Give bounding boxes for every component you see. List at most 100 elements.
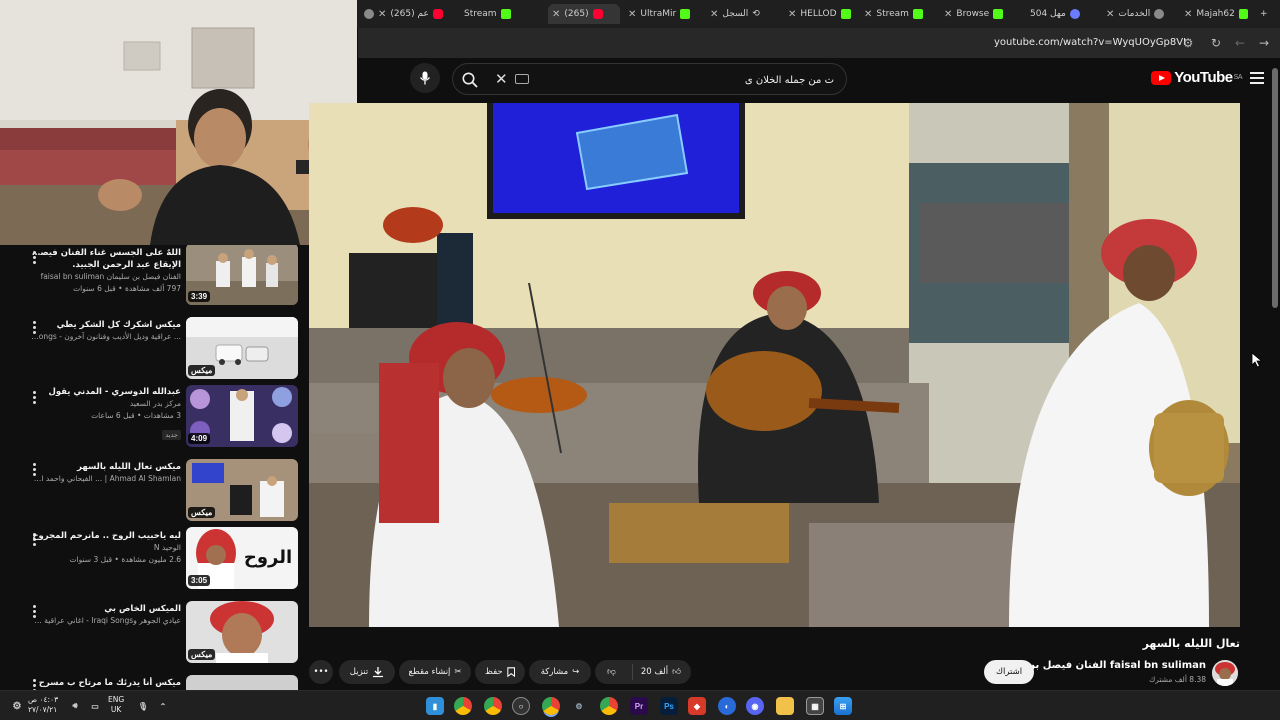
chrome-icon[interactable] (542, 697, 560, 715)
subscribe-button[interactable]: اشتراك (984, 660, 1035, 684)
browser-tab[interactable]: ✕ الخدمات (1106, 4, 1174, 24)
browser-tab[interactable]: ✕ UltraMir (628, 4, 700, 24)
clip-button[interactable]: إنشاء مقطع ✂ (399, 660, 471, 684)
thumbs-up-icon: 👍︎ (672, 667, 681, 677)
chrome-icon[interactable] (600, 697, 618, 715)
video-title: تعال الليله بالسهر (1142, 637, 1240, 650)
browser-tab[interactable]: ✕ Stream (864, 4, 932, 24)
plus-icon: + (1260, 9, 1268, 19)
video-thumbnail[interactable]: ميكس (186, 459, 298, 521)
browser-tab[interactable]: ✕ Browse (944, 4, 1034, 24)
recommendation-item[interactable]: ليه ياحبيب الروح .. مانرحم المجروح الوحي… (0, 527, 305, 597)
settings-icon[interactable]: ⚙ (8, 697, 26, 715)
kick-icon (680, 9, 691, 19)
download-button[interactable]: تنزيل (339, 660, 395, 684)
youtube-icon (592, 9, 603, 19)
chrome-icon[interactable] (454, 697, 472, 715)
language-indicator[interactable]: ENG UK (108, 695, 124, 715)
like-button[interactable]: 20 ألف 👍︎ (631, 664, 691, 680)
store-icon[interactable]: ▦ (806, 697, 824, 715)
discord-icon[interactable]: ◉ (746, 697, 764, 715)
close-icon[interactable]: ✕ (628, 9, 636, 20)
more-actions-button[interactable]: ••• (309, 660, 333, 684)
duration-badge: 4:09 (188, 433, 211, 444)
channel-avatar[interactable] (1212, 660, 1238, 686)
close-icon[interactable]: ✕ (710, 9, 718, 20)
chevron-up-icon[interactable]: ⌃ (154, 697, 172, 715)
hamburger-menu-icon[interactable] (1250, 72, 1264, 84)
webcam-scene-image (0, 0, 357, 245)
recommendation-item[interactable]: عبدالله الدوسري - المدني يقول مركز بدر ا… (0, 385, 305, 455)
recommendation-item[interactable]: اللهٌ على الجسس غناء الفنان فيصل بن سليم… (0, 245, 305, 315)
video-thumbnail[interactable]: ميكس (186, 601, 298, 663)
microphone-icon[interactable]: 🎙︎ (134, 697, 152, 715)
search-bar: ✕ (452, 63, 847, 95)
scissors-icon: ✂ (454, 667, 462, 677)
video-thumbnail[interactable]: ميكس (186, 317, 298, 379)
close-icon[interactable]: ✕ (378, 9, 386, 20)
page-scrollbar[interactable] (1270, 58, 1280, 690)
network-icon[interactable]: ▭ (86, 697, 104, 715)
windows-taskbar: ⚙ ٠٤:٠٣ ص ٢٧/٠٧/٢١ 🔊︎ ▭ ENG UK 🎙︎ ⌃ ▮ ○ … (0, 690, 1280, 720)
voice-search-button[interactable] (410, 63, 440, 93)
video-thumbnail[interactable]: 3:39 (186, 245, 298, 305)
close-icon[interactable]: ✕ (788, 9, 796, 20)
forward-icon[interactable]: → (1256, 35, 1272, 51)
browser-tab[interactable]: Stream (464, 4, 538, 24)
app-icon[interactable]: ◐ (718, 697, 736, 715)
browser-tab[interactable]: ✕ السجل ⟲ (710, 4, 780, 24)
browser-tab[interactable]: 504 مهل (1030, 4, 1096, 24)
new-tab-button[interactable]: + (1260, 4, 1276, 24)
system-clock[interactable]: ٠٤:٠٣ ص ٢٧/٠٧/٢١ (28, 695, 58, 715)
browser-tab[interactable]: ✕ HELLOD (788, 4, 854, 24)
close-icon[interactable]: ✕ (552, 9, 560, 20)
youtube-header: ✕ YouTube SA (358, 58, 1280, 100)
url-field[interactable]: youtube.com/watch?v=WyqUOyGp8VI (994, 37, 1186, 48)
recommendation-item[interactable]: ميكس اشكرك كل الشكر يطي ... عراقية وديل … (0, 315, 305, 385)
video-player[interactable] (309, 103, 1240, 627)
microphone-icon (419, 71, 431, 85)
recommendation-item[interactable]: الميكس الخاص بي عيادي الجوهر وIraqi Song… (0, 599, 305, 669)
dislike-button[interactable]: 👎︎ (595, 667, 628, 677)
download-icon (373, 667, 384, 678)
file-manager-icon[interactable]: ▮ (426, 697, 444, 715)
video-frame-image (309, 103, 1240, 627)
close-icon[interactable]: ✕ (944, 9, 952, 20)
kick-icon (1238, 9, 1248, 19)
speaker-icon[interactable]: 🔊︎ (66, 697, 84, 715)
clear-search-icon[interactable]: ✕ (495, 70, 508, 88)
tune-icon[interactable]: ⚙ (1180, 35, 1196, 51)
browser-tab[interactable]: ✕ (265) عم (364, 4, 450, 24)
scrollbar-thumb[interactable] (1272, 68, 1278, 308)
share-button[interactable]: مشاركة ↪ (529, 660, 591, 684)
settings-tab-icon (364, 9, 374, 19)
browser-tab[interactable]: ✕ Majah62 (1184, 4, 1248, 24)
close-icon[interactable]: ✕ (1184, 9, 1192, 20)
close-icon[interactable]: ✕ (864, 9, 872, 20)
settings-icon[interactable]: ⚙ (570, 697, 588, 715)
photoshop-icon[interactable]: Ps (660, 697, 678, 715)
keyboard-icon[interactable] (515, 74, 529, 84)
browser-tab-active[interactable]: ✕ (265) (548, 4, 620, 24)
video-thumbnail[interactable]: الروح 3:05 (186, 527, 298, 589)
bookmark-icon (506, 667, 515, 678)
reload-icon[interactable]: ↻ (1208, 35, 1224, 51)
app-icon[interactable]: ◆ (688, 697, 706, 715)
premiere-icon[interactable]: Pr (630, 697, 648, 715)
thumbs-down-icon: 👎︎ (607, 667, 616, 677)
search-input[interactable] (554, 70, 834, 90)
folder-icon[interactable] (776, 697, 794, 715)
save-button[interactable]: حفظ (475, 660, 525, 684)
recommendation-item[interactable]: ميكس أنا يدرئك ما مرتاح ب مسرح (0, 673, 305, 690)
start-icon[interactable]: ⊞ (834, 697, 852, 715)
back-icon[interactable]: ← (1232, 35, 1248, 51)
obs-icon[interactable]: ○ (512, 697, 530, 715)
history-icon: ⟲ (752, 9, 760, 19)
video-thumbnail[interactable] (186, 675, 298, 690)
video-thumbnail[interactable]: 4:09 (186, 385, 298, 447)
close-icon[interactable]: ✕ (1106, 9, 1114, 20)
youtube-logo[interactable]: YouTube SA (1151, 69, 1243, 86)
search-icon[interactable] (461, 71, 479, 89)
chrome-icon[interactable] (484, 697, 502, 715)
recommendation-item[interactable]: ميكس تعال الليله بالسهر Ahmad Al Shamlan… (0, 457, 305, 527)
